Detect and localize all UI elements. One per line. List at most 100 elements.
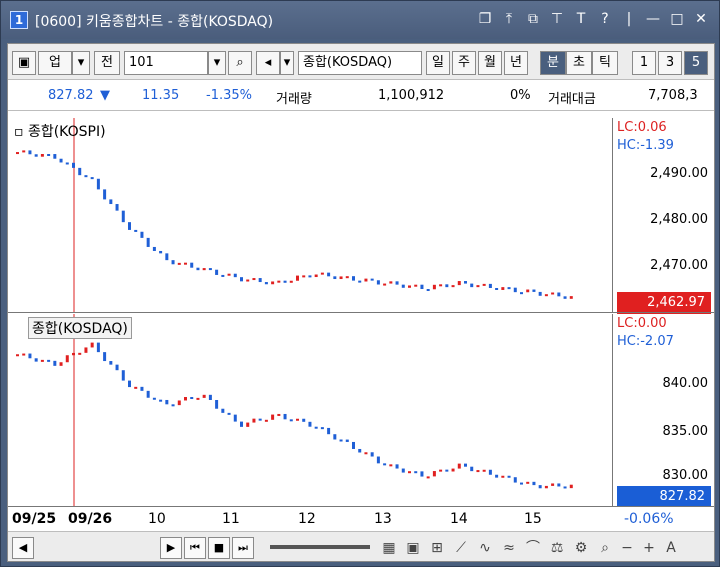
candle (320, 272, 324, 275)
candle (376, 456, 380, 464)
index-name-field[interactable]: 종합(KOSDAQ) (298, 51, 422, 75)
title-bar[interactable]: 1 [0600] 키움종합차트 - 종합(KOSDAQ) ❐ ⤒ ⧉ ⊤ T ?… (1, 1, 719, 39)
candle (457, 463, 461, 469)
zoom-in-icon[interactable]: + (638, 537, 660, 559)
play-icon[interactable]: ▶ (160, 537, 182, 559)
help-icon[interactable]: ? (595, 9, 615, 29)
candle (215, 399, 219, 409)
copy-icon[interactable]: ⧉ (523, 9, 543, 29)
chart-toolbar: ▣ 업 ▾ 전 101 ▾ ⌕ ◂ ▾ 종합(KOSDAQ) 일 주 월 년 분… (8, 44, 714, 80)
candle (370, 452, 374, 457)
candle (464, 281, 467, 284)
candle (333, 434, 337, 440)
separator: | (626, 11, 632, 27)
candle (383, 463, 387, 466)
volume-percent: 0% (510, 88, 531, 103)
candle (395, 464, 399, 469)
date-label: 15 (524, 511, 542, 527)
interval-1-button[interactable]: 1 (632, 51, 656, 75)
candle (134, 386, 138, 389)
candle (420, 284, 424, 290)
period-week-button[interactable]: 주 (452, 51, 476, 75)
period-day-button[interactable]: 일 (426, 51, 450, 75)
candle (252, 278, 256, 281)
candle (22, 353, 26, 356)
interval-5-button[interactable]: 5 (684, 51, 708, 75)
rewind-icon[interactable]: ⏮ (184, 537, 206, 559)
candle (314, 274, 318, 278)
candle (414, 284, 418, 287)
zigzag-icon[interactable]: ∿ (474, 537, 496, 559)
fast-forward-icon[interactable]: ⏭ (232, 537, 254, 559)
kospi-label: ▫ 종합(KOSPI) (14, 124, 106, 140)
zoom-slider[interactable] (270, 545, 370, 549)
candle (128, 380, 131, 388)
minimize-icon[interactable]: — (643, 9, 663, 29)
stop-icon[interactable]: ■ (208, 537, 230, 559)
interval-3-button[interactable]: 3 (658, 51, 682, 75)
kospi-tick-3: 2,470.00 (650, 258, 708, 273)
market-type-select[interactable]: 업 (38, 51, 72, 75)
wave-icon[interactable]: ≈ (498, 537, 520, 559)
curve-icon[interactable]: ⌒ (522, 537, 544, 559)
chart-split-icon[interactable]: ▣ (402, 537, 424, 559)
candle (569, 296, 573, 299)
speaker-dropdown-icon[interactable]: ▾ (280, 51, 294, 75)
period-second-button[interactable]: 초 (566, 51, 592, 75)
kosdaq-chart-pane[interactable]: 종합(KOSDAQ) (8, 314, 612, 506)
candle (215, 269, 219, 275)
candle (358, 280, 362, 283)
candle (34, 358, 38, 362)
candle (109, 199, 113, 205)
chart-settings-icon[interactable]: ⚙ (570, 537, 592, 559)
chart-compare-icon[interactable]: ⊞ (426, 537, 448, 559)
period-month-button[interactable]: 월 (478, 51, 502, 75)
code-input[interactable]: 101 (124, 51, 208, 75)
candle (47, 154, 51, 157)
candle (103, 189, 107, 200)
candle (420, 471, 424, 477)
period-year-button[interactable]: 년 (504, 51, 528, 75)
chart-layout-icon[interactable]: ▦ (378, 537, 400, 559)
candle (327, 272, 331, 277)
scale-icon[interactable]: ⚖ (546, 537, 568, 559)
candle (532, 289, 536, 292)
chart-window: 1 [0600] 키움종합차트 - 종합(KOSDAQ) ❐ ⤒ ⧉ ⊤ T ?… (0, 0, 720, 567)
font-icon[interactable]: T (571, 9, 591, 29)
tool-icon[interactable]: ⊤ (547, 9, 567, 29)
trendline-icon[interactable]: ⟋ (450, 537, 472, 559)
panel-toggle-icon[interactable]: ▣ (12, 51, 36, 75)
period-minute-button[interactable]: 분 (540, 51, 566, 75)
candle (84, 347, 88, 353)
chevron-down-icon[interactable]: ▾ (72, 51, 90, 75)
speaker-icon[interactable]: ◂ (256, 51, 280, 75)
candle (59, 158, 63, 163)
candle (246, 422, 250, 427)
search-icon[interactable]: ⌕ (228, 51, 252, 75)
kospi-chart-pane[interactable]: ▫ 종합(KOSPI) (8, 118, 612, 312)
font-size-icon[interactable]: A (660, 537, 682, 559)
candle (476, 285, 480, 288)
period-tick-button[interactable]: 틱 (592, 51, 618, 75)
close-icon[interactable]: ✕ (691, 9, 711, 29)
candle (488, 469, 492, 475)
maximize-icon[interactable]: □ (667, 9, 687, 29)
pin-icon[interactable]: ⤒ (499, 9, 519, 29)
candle (557, 483, 561, 487)
candle (476, 470, 480, 473)
candle (159, 250, 163, 254)
restore-icon[interactable]: ❐ (475, 9, 495, 29)
price-change-percent: -1.35% (206, 88, 252, 103)
zoom-out-icon[interactable]: − (616, 537, 638, 559)
code-dropdown-icon[interactable]: ▾ (208, 51, 226, 75)
scroll-left-icon[interactable]: ◀ (12, 537, 34, 559)
jeon-button[interactable]: 전 (94, 51, 120, 75)
kosdaq-price-axis: LC:0.00 HC:-2.07 840.00 835.00 830.00 82… (612, 314, 714, 508)
candle (289, 280, 293, 283)
date-label: 09/25 (12, 511, 57, 527)
candle (146, 237, 150, 247)
candle (389, 464, 393, 467)
kosdaq-label: 종합(KOSDAQ) (28, 317, 132, 339)
search-icon[interactable]: ⌕ (594, 537, 616, 559)
candle (177, 400, 181, 406)
